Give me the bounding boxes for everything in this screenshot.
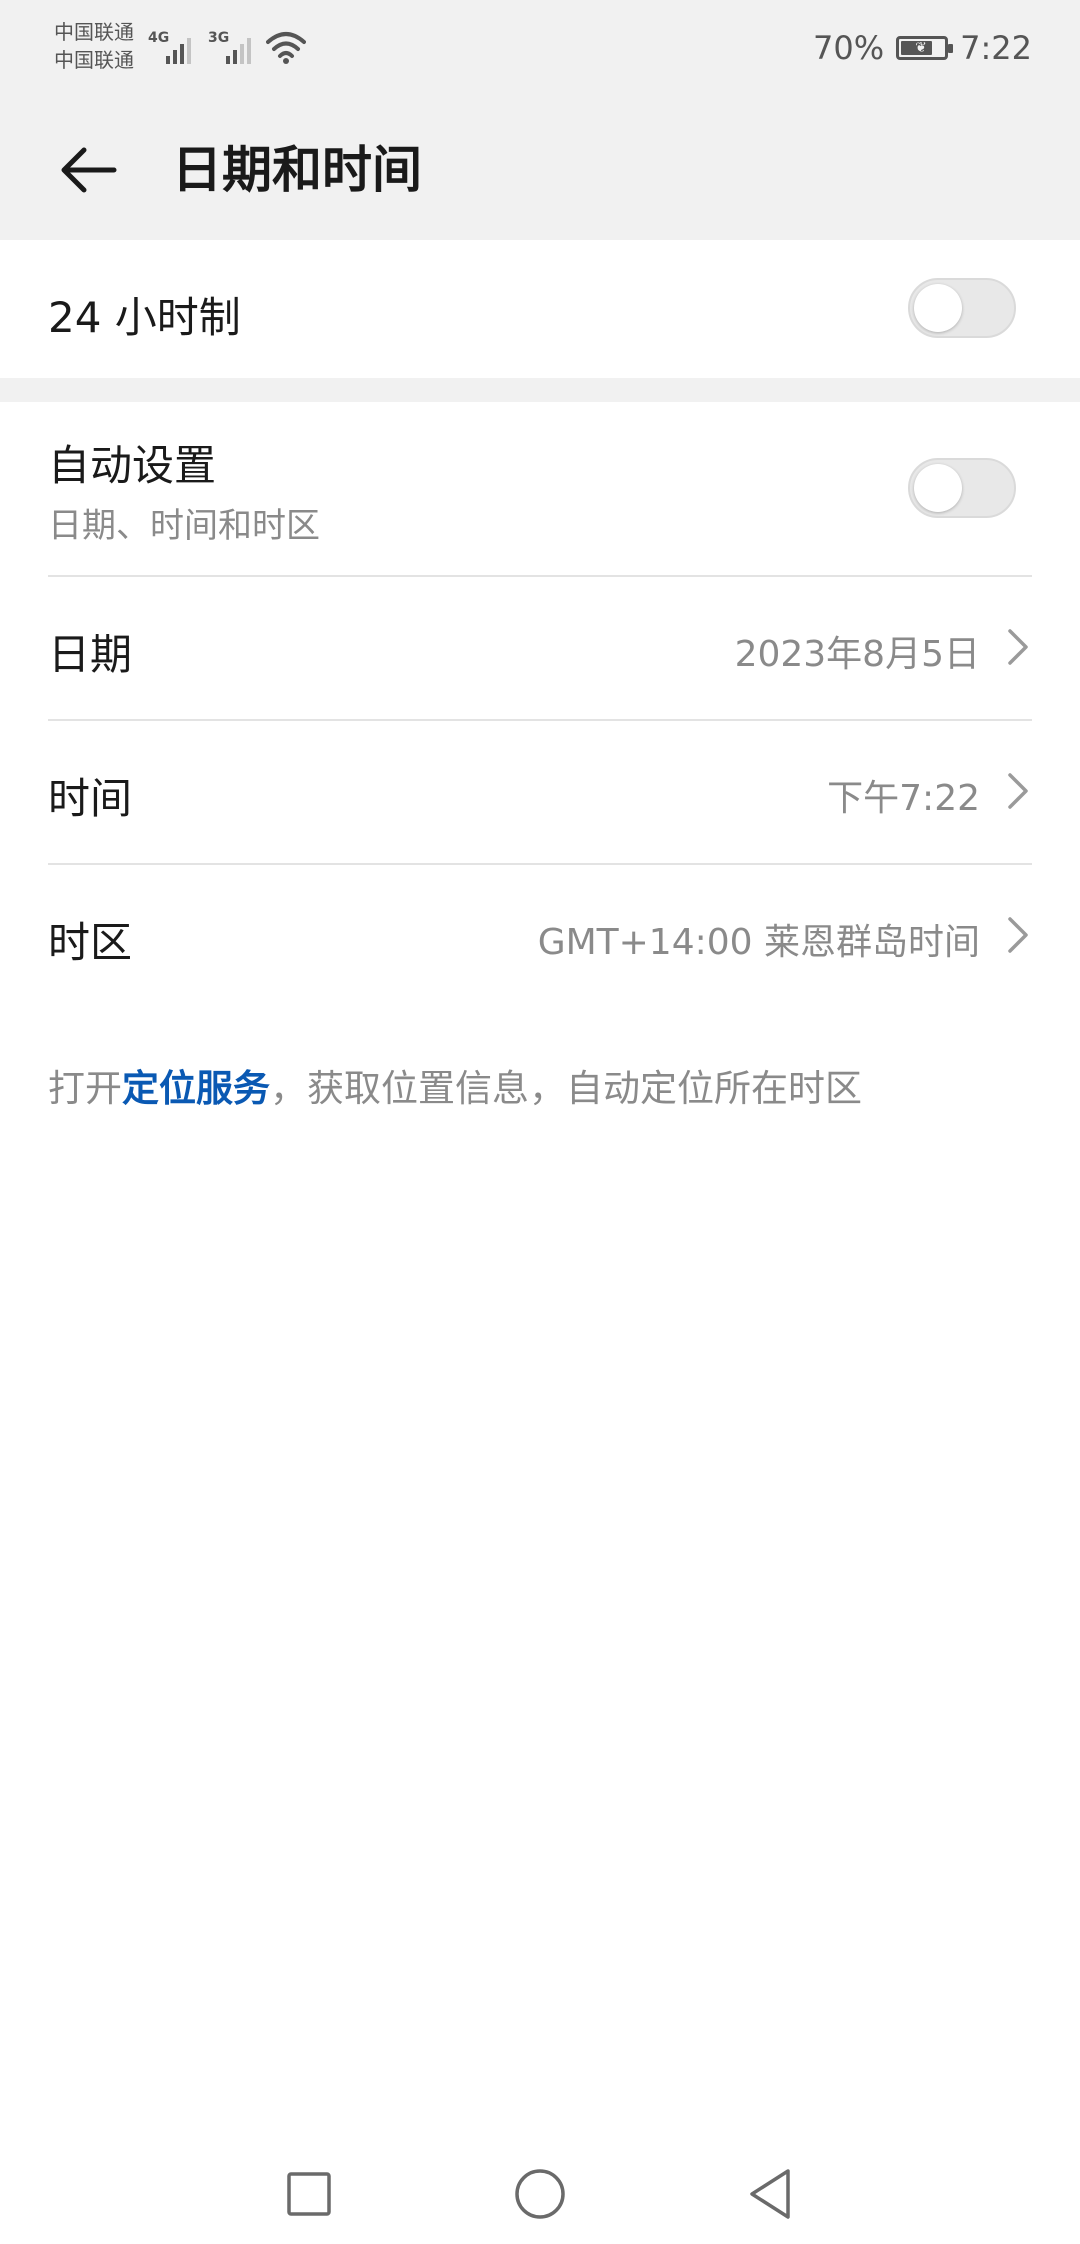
section-gap	[0, 378, 1080, 402]
toggle-knob	[914, 284, 962, 332]
navigation-bar	[0, 2144, 1080, 2244]
carrier-2: 中国联通	[54, 48, 134, 72]
signal-icon: 3G	[208, 28, 251, 64]
toggle-knob	[914, 464, 962, 512]
row-24-hour[interactable]: 24 小时制	[0, 240, 1080, 378]
signal-icon: 4G	[148, 28, 191, 64]
row-time[interactable]: 时间 下午7:22	[0, 721, 1080, 863]
back-button[interactable]	[48, 130, 128, 210]
toggle-auto-setting[interactable]	[908, 458, 1016, 518]
arrow-left-icon	[61, 147, 117, 193]
row-auto-setting[interactable]: 自动设置 日期、时间和时区	[0, 402, 1080, 576]
battery-icon: ❦	[896, 36, 954, 60]
row-auto-label: 自动设置	[48, 441, 217, 490]
location-service-link[interactable]: 定位服务	[122, 1067, 270, 1110]
hint-prefix: 打开	[48, 1067, 122, 1110]
row-24-hour-label: 24 小时制	[48, 293, 241, 342]
recent-apps-button[interactable]	[277, 2162, 341, 2226]
network-type-1: 4G	[148, 30, 170, 46]
row-time-label: 时间	[48, 774, 133, 823]
clock: 7:22	[960, 29, 1032, 67]
row-auto-sublabel: 日期、时间和时区	[48, 506, 320, 546]
page-title: 日期和时间	[172, 141, 422, 199]
hint-suffix: ，获取位置信息，自动定位所在时区	[270, 1067, 862, 1110]
app-bar: 日期和时间	[0, 100, 1080, 240]
wifi-icon	[266, 32, 306, 64]
nav-back-button[interactable]	[738, 2162, 802, 2226]
leaf-icon: ❦	[915, 40, 927, 56]
right-status: 70% ❦ 7:22	[813, 26, 1032, 70]
chevron-right-icon	[1008, 917, 1028, 953]
status-bar: 中国联通 中国联通 4G 3G 70% ❦ 7:22	[0, 0, 1080, 100]
battery-percent: 70%	[813, 29, 885, 67]
chevron-right-icon	[1008, 773, 1028, 809]
row-date-value: 2023年8月5日	[734, 634, 980, 675]
triangle-back-icon	[750, 2169, 790, 2219]
row-date-label: 日期	[48, 630, 133, 679]
row-timezone-value: GMT+14:00 莱恩群岛时间	[537, 922, 980, 963]
carrier-1: 中国联通	[54, 20, 134, 44]
screen: 中国联通 中国联通 4G 3G 70% ❦ 7:22 日期和时间 24 小时制 …	[0, 0, 1080, 2244]
location-hint: 打开定位服务，获取位置信息，自动定位所在时区	[48, 1058, 862, 1112]
row-date[interactable]: 日期 2023年8月5日	[0, 577, 1080, 719]
circle-icon	[515, 2169, 565, 2219]
row-timezone-label: 时区	[48, 918, 133, 967]
network-type-2: 3G	[208, 30, 230, 46]
row-time-value: 下午7:22	[827, 778, 980, 819]
square-icon	[287, 2172, 331, 2216]
chevron-right-icon	[1008, 629, 1028, 665]
home-button[interactable]	[508, 2162, 572, 2226]
toggle-24-hour[interactable]	[908, 278, 1016, 338]
row-timezone[interactable]: 时区 GMT+14:00 莱恩群岛时间	[0, 865, 1080, 1007]
carrier-labels: 中国联通 中国联通	[54, 18, 134, 74]
